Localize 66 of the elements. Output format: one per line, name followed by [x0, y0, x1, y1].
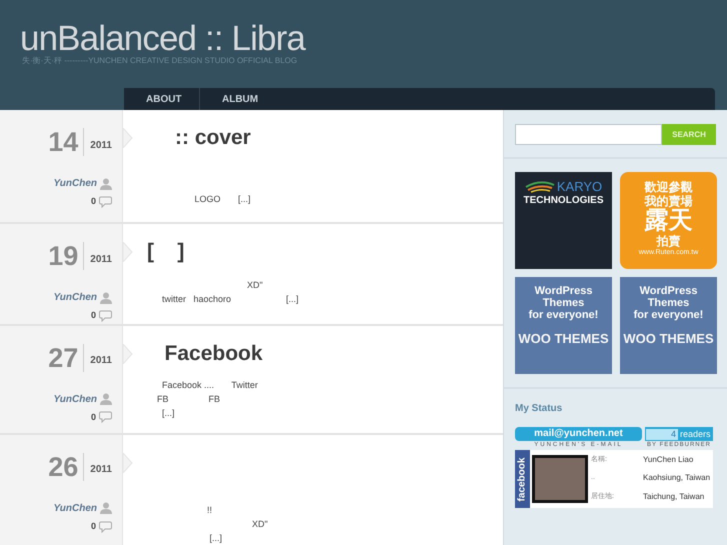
user-icon	[100, 502, 112, 514]
user-icon	[100, 292, 112, 304]
excerpt-line: !!	[206, 504, 214, 517]
ad-banner[interactable]: WordPress Themes for everyone! WOO THEMES	[515, 277, 612, 374]
speech-bubble-icon	[99, 411, 112, 424]
section-heading: My Status	[515, 402, 564, 416]
post-title[interactable]: :: cover	[147, 124, 503, 152]
post-year: 2011	[89, 354, 112, 368]
post-day: 27	[48, 344, 84, 372]
excerpt-line: [...]	[161, 406, 176, 420]
post-year: 2011	[89, 138, 112, 152]
post-year: 2011	[89, 252, 112, 267]
comment-count[interactable]: 0	[90, 520, 96, 534]
author-link[interactable]: YunChen	[53, 290, 97, 306]
site-tagline: 失·衡·天·秤 ---------YUNCHEN CREATIVE DESIGN STUDIO OFFICIAL BLOG	[21, 56, 298, 66]
ad-text: Themes	[542, 297, 584, 309]
comment-count[interactable]: 0	[90, 309, 96, 323]
ad-text: TECHNOLOGIES	[523, 194, 604, 207]
author-link[interactable]: YunChen	[53, 176, 97, 191]
post-day: 14	[48, 128, 84, 156]
post-title[interactable]: Facebook	[147, 340, 503, 368]
post-title[interactable]: [ ]	[147, 238, 503, 266]
readers-label: readers	[680, 428, 711, 440]
user-icon	[100, 393, 112, 406]
post-day: 19	[48, 242, 84, 270]
ad-text: 拍賣	[656, 234, 680, 248]
post-day: 26	[48, 452, 84, 481]
comment-count[interactable]: 0	[90, 410, 96, 424]
ad-text: for everyone!	[634, 309, 704, 321]
facebook-label: facebook	[516, 457, 529, 501]
speech-bubble-icon	[99, 310, 112, 322]
ad-banner[interactable]: WordPress Themes for everyone! WOO THEMES	[620, 277, 717, 374]
excerpt-line: XD"	[251, 518, 269, 531]
comment-count[interactable]: 0	[90, 195, 96, 208]
swoosh-logo-icon	[524, 181, 555, 193]
ad-text: 我的賣場	[644, 194, 692, 208]
excerpt-line: FB FB	[157, 392, 222, 406]
reader-count: 4	[646, 428, 678, 440]
excerpt-line: [...]	[208, 532, 224, 545]
search-field[interactable]	[515, 124, 662, 145]
photo-placeholder	[532, 455, 588, 503]
profile-value: Taichung, Taiwan	[643, 490, 706, 503]
ad-text: KARYO	[556, 180, 602, 194]
ad-text: WordPress	[640, 285, 698, 297]
ad-text: WOO THEMES	[518, 331, 609, 347]
ad-text: Themes	[648, 297, 690, 309]
excerpt-line: twitter haochoro [...]	[161, 293, 300, 306]
excerpt-line: XD"	[246, 279, 264, 292]
ad-text: WordPress	[534, 285, 592, 297]
speech-bubble-icon	[99, 520, 112, 533]
excerpt-line: Facebook .... Twitter	[161, 378, 259, 392]
ad-banner[interactable]: KARYO TECHNOLOGIES	[515, 172, 612, 269]
ad-text: for everyone!	[528, 309, 598, 321]
nav-link[interactable]: ALBUM	[200, 88, 280, 110]
excerpt-line: LOGO [...]	[194, 193, 252, 206]
speech-bubble-icon	[99, 196, 112, 208]
ad-text: WOO THEMES	[623, 331, 714, 347]
profile-value: Kaohsiung, Taiwan	[643, 472, 712, 484]
ad-text: 露天	[644, 208, 692, 234]
author-link[interactable]: YunChen	[53, 500, 97, 516]
author-link[interactable]: YunChen	[53, 392, 97, 407]
profile-value: YunChen Liao	[643, 454, 694, 466]
user-icon	[100, 178, 112, 190]
ad-text: 歡迎參觀	[644, 180, 692, 194]
site-title[interactable]: unBalanced :: Libra	[20, 22, 727, 56]
post-year: 2011	[89, 463, 112, 478]
